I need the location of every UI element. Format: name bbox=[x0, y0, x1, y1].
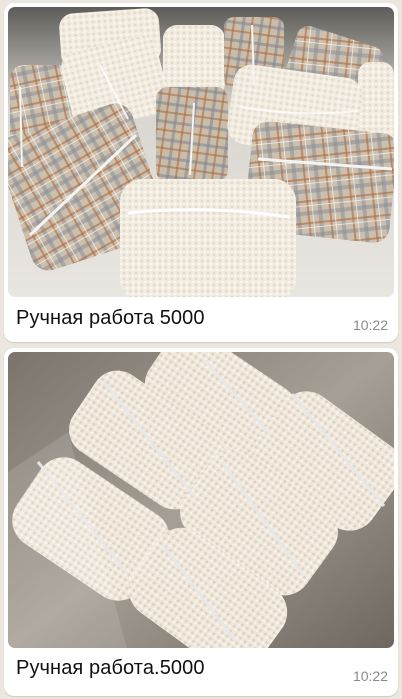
message-timestamp: 10:22 bbox=[352, 668, 388, 684]
message-caption: Ручная работа 5000 bbox=[16, 307, 205, 329]
message-bubble-2[interactable]: Ручная работа.5000 10:22 bbox=[4, 348, 398, 696]
message-bubble-1[interactable]: Ручная работа 5000 10:22 bbox=[4, 3, 398, 342]
photo-plaid-bags bbox=[8, 7, 394, 297]
message-photo-1[interactable] bbox=[8, 7, 394, 297]
message-caption: Ручная работа.5000 bbox=[16, 657, 205, 679]
message-photo-2[interactable] bbox=[8, 352, 394, 648]
photo-terry-bags bbox=[8, 352, 394, 648]
message-timestamp: 10:22 bbox=[352, 317, 388, 333]
